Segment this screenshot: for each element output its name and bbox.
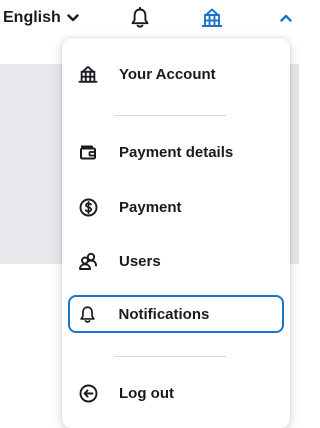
bell-icon: [130, 7, 150, 29]
menu-item-payment[interactable]: Payment: [68, 188, 284, 226]
menu-item-log-out[interactable]: Log out: [68, 374, 284, 412]
menu-item-label: Users: [119, 252, 161, 270]
users-icon: [77, 250, 99, 272]
language-selector[interactable]: English: [3, 7, 79, 29]
chevron-up-icon: [280, 14, 292, 22]
menu-separator: [114, 356, 226, 357]
wallet-icon: [77, 141, 99, 163]
menu-item-your-account[interactable]: Your Account: [68, 55, 284, 93]
page-background: [0, 64, 62, 264]
menu-item-payment-details[interactable]: Payment details: [68, 133, 284, 171]
logout-icon: [77, 382, 99, 404]
menu-item-users[interactable]: Users: [68, 242, 284, 280]
bell-icon: [77, 303, 99, 325]
menu-item-label: Payment: [119, 198, 182, 216]
top-header: English: [0, 0, 299, 38]
dollar-circle-icon: [77, 196, 99, 218]
notifications-button[interactable]: [126, 4, 154, 32]
page-background-right: [290, 64, 299, 264]
account-building-icon: [201, 8, 223, 28]
menu-item-label: Notifications: [118, 305, 210, 323]
account-button[interactable]: [198, 4, 226, 32]
account-dropdown-menu: Your Account Payment details Payment Use…: [62, 38, 290, 428]
menu-item-notifications[interactable]: Notifications: [68, 295, 284, 333]
chevron-down-icon: [67, 14, 79, 22]
collapse-menu-button[interactable]: [272, 4, 300, 32]
menu-item-label: Your Account: [119, 65, 216, 83]
language-label: English: [3, 9, 61, 26]
menu-item-label: Payment details: [119, 143, 234, 161]
account-building-icon: [77, 63, 99, 85]
menu-item-label: Log out: [119, 384, 174, 402]
menu-separator: [114, 115, 226, 116]
